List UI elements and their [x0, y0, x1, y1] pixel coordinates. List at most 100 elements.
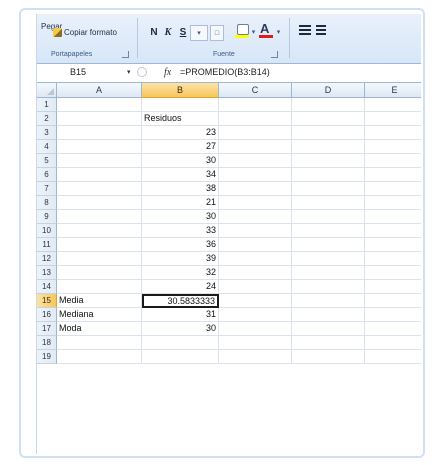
row-header[interactable]: 5 [37, 154, 57, 168]
cell-c3[interactable] [219, 126, 292, 140]
cell-e13[interactable] [365, 266, 421, 280]
cell-a10[interactable] [57, 224, 142, 238]
cell-c5[interactable] [219, 154, 292, 168]
cell-e18[interactable] [365, 336, 421, 350]
cell-a8[interactable] [57, 196, 142, 210]
cell-c9[interactable] [219, 210, 292, 224]
cell-c14[interactable] [219, 280, 292, 294]
cell-b11[interactable]: 36 [142, 238, 219, 252]
cell-e16[interactable] [365, 308, 421, 322]
cell-d5[interactable] [292, 154, 365, 168]
cell-a5[interactable] [57, 154, 142, 168]
cell-d19[interactable] [292, 350, 365, 364]
borders-dropdown[interactable]: ▾ [190, 25, 208, 41]
cell-e10[interactable] [365, 224, 421, 238]
row-header[interactable]: 8 [37, 196, 57, 210]
cell-b17[interactable]: 30 [142, 322, 219, 336]
cell-e15[interactable] [365, 294, 421, 308]
cell-c7[interactable] [219, 182, 292, 196]
cell-e19[interactable] [365, 350, 421, 364]
row-header[interactable]: 13 [37, 266, 57, 280]
cell-c8[interactable] [219, 196, 292, 210]
cell-a15[interactable]: Media [57, 294, 142, 308]
cell-a4[interactable] [57, 140, 142, 154]
cancel-icon[interactable] [137, 67, 147, 77]
cell-d11[interactable] [292, 238, 365, 252]
cell-c4[interactable] [219, 140, 292, 154]
cell-a19[interactable] [57, 350, 142, 364]
row-header[interactable]: 4 [37, 140, 57, 154]
cell-b16[interactable]: 31 [142, 308, 219, 322]
row-header[interactable]: 9 [37, 210, 57, 224]
cell-a9[interactable] [57, 210, 142, 224]
cell-b15[interactable]: 30.5833333 [142, 294, 219, 308]
cell-d16[interactable] [292, 308, 365, 322]
cell-b1[interactable] [142, 98, 219, 112]
cell-c17[interactable] [219, 322, 292, 336]
cell-d13[interactable] [292, 266, 365, 280]
cell-e4[interactable] [365, 140, 421, 154]
column-header-d[interactable]: D [292, 83, 365, 98]
borders-icon[interactable]: □ [210, 25, 224, 41]
row-header[interactable]: 6 [37, 168, 57, 182]
cell-d7[interactable] [292, 182, 365, 196]
row-header[interactable]: 1 [37, 98, 57, 112]
row-header[interactable]: 15 [37, 294, 57, 308]
column-header-b[interactable]: B [142, 83, 219, 98]
cell-e5[interactable] [365, 154, 421, 168]
row-header[interactable]: 11 [37, 238, 57, 252]
row-header[interactable]: 19 [37, 350, 57, 364]
select-all-corner[interactable] [37, 83, 57, 98]
cell-e14[interactable] [365, 280, 421, 294]
cell-d10[interactable] [292, 224, 365, 238]
cell-d4[interactable] [292, 140, 365, 154]
cell-d12[interactable] [292, 252, 365, 266]
fill-color-dropdown[interactable]: ▾ [250, 25, 257, 39]
cell-c1[interactable] [219, 98, 292, 112]
cell-a12[interactable] [57, 252, 142, 266]
bold-button[interactable]: N [148, 25, 160, 39]
row-header[interactable]: 7 [37, 182, 57, 196]
cell-e17[interactable] [365, 322, 421, 336]
cell-d3[interactable] [292, 126, 365, 140]
font-color-dropdown[interactable]: ▾ [275, 25, 282, 39]
row-header[interactable]: 17 [37, 322, 57, 336]
row-header[interactable]: 3 [37, 126, 57, 140]
cell-d14[interactable] [292, 280, 365, 294]
cell-b5[interactable]: 30 [142, 154, 219, 168]
cell-b6[interactable]: 34 [142, 168, 219, 182]
name-box[interactable]: B15 [37, 64, 119, 81]
cell-b7[interactable]: 38 [142, 182, 219, 196]
cell-b10[interactable]: 33 [142, 224, 219, 238]
cell-a16[interactable]: Mediana [57, 308, 142, 322]
underline-button[interactable]: S [177, 25, 189, 39]
cell-c15[interactable] [219, 294, 292, 308]
italic-button[interactable]: K [162, 25, 174, 39]
row-header[interactable]: 2 [37, 112, 57, 126]
cell-b18[interactable] [142, 336, 219, 350]
row-header[interactable]: 12 [37, 252, 57, 266]
cell-a18[interactable] [57, 336, 142, 350]
cell-b14[interactable]: 24 [142, 280, 219, 294]
row-header[interactable]: 14 [37, 280, 57, 294]
cell-b12[interactable]: 39 [142, 252, 219, 266]
cell-d6[interactable] [292, 168, 365, 182]
cell-a1[interactable] [57, 98, 142, 112]
cell-c18[interactable] [219, 336, 292, 350]
cell-b3[interactable]: 23 [142, 126, 219, 140]
cell-c11[interactable] [219, 238, 292, 252]
cell-d15[interactable] [292, 294, 365, 308]
cell-c2[interactable] [219, 112, 292, 126]
row-header[interactable]: 10 [37, 224, 57, 238]
cell-b9[interactable]: 30 [142, 210, 219, 224]
cell-e1[interactable] [365, 98, 421, 112]
cell-e2[interactable] [365, 112, 421, 126]
cell-a17[interactable]: Moda [57, 322, 142, 336]
column-header-c[interactable]: C [219, 83, 292, 98]
name-box-dropdown-icon[interactable]: ▾ [127, 65, 131, 81]
cell-a7[interactable] [57, 182, 142, 196]
cell-c12[interactable] [219, 252, 292, 266]
cell-d18[interactable] [292, 336, 365, 350]
cell-a11[interactable] [57, 238, 142, 252]
cell-b8[interactable]: 21 [142, 196, 219, 210]
